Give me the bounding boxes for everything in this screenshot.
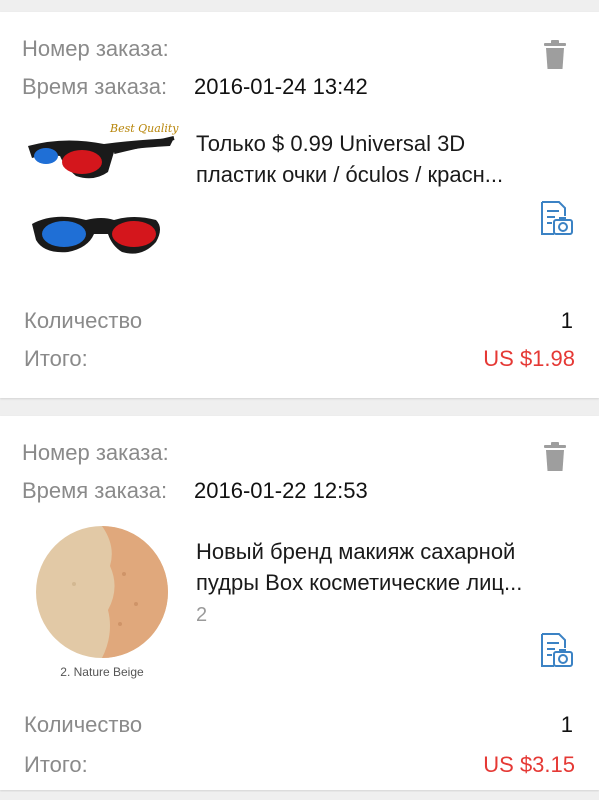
total-value: US $1.98 bbox=[483, 346, 575, 371]
thumbnail-caption: 2. Nature Beige bbox=[60, 665, 144, 679]
review-camera-icon[interactable] bbox=[539, 632, 573, 668]
product-title-line-1: Только $ 0.99 Universal 3D bbox=[196, 131, 466, 156]
quantity-label: Количество bbox=[24, 308, 143, 333]
product-title[interactable]: Только $ 0.99 Universal 3D пластик очки … bbox=[196, 128, 566, 190]
order-time-value: 2016-01-22 12:53 bbox=[194, 478, 368, 503]
bottom-background-strip bbox=[0, 792, 599, 800]
review-camera-icon[interactable] bbox=[539, 200, 573, 236]
product-title-line-2: пудры Box косметические лиц... bbox=[196, 570, 523, 595]
order-time-label: Время заказа: bbox=[22, 74, 168, 99]
product-title[interactable]: Новый бренд макияж сахарной пудры Box ко… bbox=[196, 536, 566, 598]
order-card[interactable]: Номер заказа: Время заказа: 2016-01-24 1… bbox=[0, 12, 599, 398]
total-label: Итого: bbox=[24, 752, 88, 777]
product-thumbnail-3d-glasses[interactable]: Best Quality bbox=[24, 116, 180, 272]
quantity-label: Количество bbox=[24, 712, 143, 737]
order-time-value: 2016-01-24 13:42 bbox=[194, 74, 368, 99]
order-card[interactable]: Номер заказа: Время заказа: 2016-01-22 1… bbox=[0, 416, 599, 790]
product-thumbnail-powder[interactable]: 2. Nature Beige bbox=[24, 524, 180, 680]
quantity-value: 1 bbox=[560, 712, 573, 737]
quantity-value: 1 bbox=[560, 308, 573, 333]
trash-icon[interactable] bbox=[543, 40, 567, 70]
product-title-line-1: Новый бренд макияж сахарной bbox=[196, 539, 516, 564]
product-variant: 2 bbox=[196, 604, 208, 626]
top-background-strip bbox=[0, 0, 599, 10]
order-time-label: Время заказа: bbox=[22, 478, 168, 503]
total-value: US $3.15 bbox=[483, 752, 575, 777]
product-title-line-2: пластик очки / óculos / красн... bbox=[196, 162, 504, 187]
order-number-label: Номер заказа: bbox=[22, 440, 169, 465]
trash-icon[interactable] bbox=[543, 442, 567, 472]
order-number-label: Номер заказа: bbox=[22, 36, 169, 61]
thumbnail-brand-text: Best Quality bbox=[109, 122, 179, 135]
total-label: Итого: bbox=[24, 346, 88, 371]
